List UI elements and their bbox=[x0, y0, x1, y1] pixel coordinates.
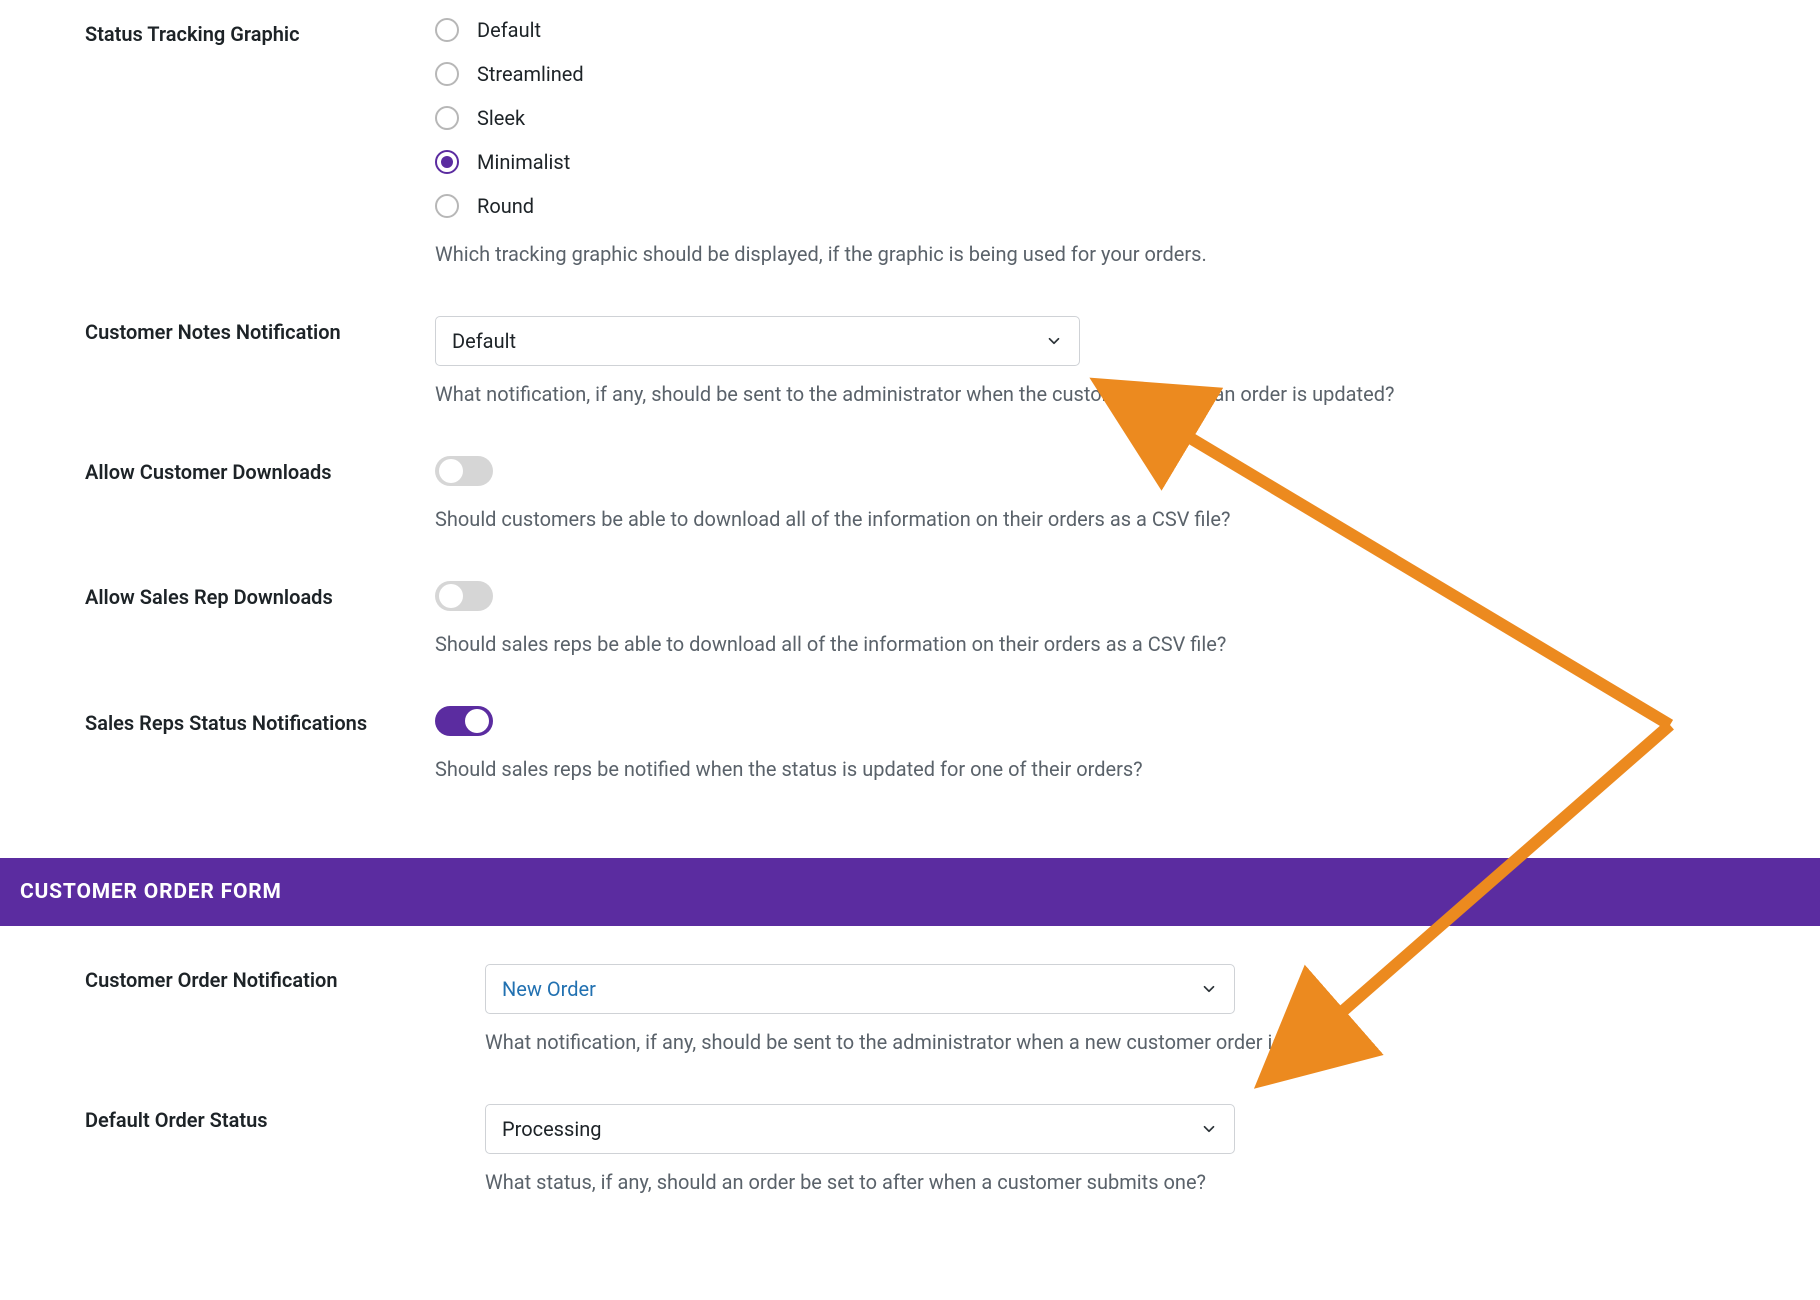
setting-customer-notes: Customer Notes Notification Default What… bbox=[0, 286, 1820, 426]
radio-option-minimalist[interactable]: Minimalist bbox=[435, 150, 1760, 174]
radio-group-tracking-graphic: Default Streamlined Sleek Minimalist Rou… bbox=[435, 18, 1760, 218]
radio-circle-icon bbox=[435, 106, 459, 130]
setting-rep-downloads: Allow Sales Rep Downloads Should sales r… bbox=[0, 551, 1820, 676]
description-tracking-graphic: Which tracking graphic should be display… bbox=[435, 240, 1760, 268]
chevron-down-icon bbox=[1200, 980, 1218, 998]
select-customer-notes[interactable]: Default bbox=[435, 316, 1080, 366]
toggle-knob-icon bbox=[465, 709, 489, 733]
label-rep-downloads: Allow Sales Rep Downloads bbox=[85, 581, 435, 609]
setting-default-order-status: Default Order Status Processing What sta… bbox=[0, 1074, 1820, 1214]
select-default-order-status[interactable]: Processing bbox=[485, 1104, 1235, 1154]
label-customer-downloads: Allow Customer Downloads bbox=[85, 456, 435, 484]
radio-option-default[interactable]: Default bbox=[435, 18, 1760, 42]
setting-tracking-graphic: Status Tracking Graphic Default Streamli… bbox=[0, 0, 1820, 286]
radio-label: Sleek bbox=[477, 106, 525, 130]
radio-circle-icon bbox=[435, 62, 459, 86]
label-customer-order-notification: Customer Order Notification bbox=[85, 964, 485, 992]
radio-option-round[interactable]: Round bbox=[435, 194, 1760, 218]
description-customer-downloads: Should customers be able to download all… bbox=[435, 505, 1760, 533]
toggle-rep-notifications[interactable] bbox=[435, 706, 493, 736]
radio-option-streamlined[interactable]: Streamlined bbox=[435, 62, 1760, 86]
toggle-knob-icon bbox=[439, 459, 463, 483]
radio-label: Round bbox=[477, 194, 534, 218]
setting-customer-order-notification: Customer Order Notification New Order Wh… bbox=[0, 926, 1820, 1074]
toggle-knob-icon bbox=[439, 584, 463, 608]
radio-label: Default bbox=[477, 18, 541, 42]
label-customer-notes: Customer Notes Notification bbox=[85, 316, 435, 344]
select-value: Default bbox=[452, 329, 516, 353]
label-rep-notifications: Sales Reps Status Notifications bbox=[85, 706, 435, 736]
setting-customer-downloads: Allow Customer Downloads Should customer… bbox=[0, 426, 1820, 551]
chevron-down-icon bbox=[1045, 332, 1063, 350]
select-customer-order-notification[interactable]: New Order bbox=[485, 964, 1235, 1014]
select-value: New Order bbox=[502, 977, 596, 1001]
label-tracking-graphic: Status Tracking Graphic bbox=[85, 18, 435, 46]
radio-circle-icon bbox=[435, 194, 459, 218]
setting-rep-notifications: Sales Reps Status Notifications Should s… bbox=[0, 676, 1820, 823]
radio-circle-icon bbox=[435, 18, 459, 42]
select-value: Processing bbox=[502, 1117, 601, 1141]
description-customer-order-notification: What notification, if any, should be sen… bbox=[485, 1028, 1760, 1056]
description-customer-notes: What notification, if any, should be sen… bbox=[435, 380, 1760, 408]
radio-circle-icon bbox=[435, 150, 459, 174]
radio-option-sleek[interactable]: Sleek bbox=[435, 106, 1760, 130]
description-default-order-status: What status, if any, should an order be … bbox=[485, 1168, 1760, 1196]
chevron-down-icon bbox=[1200, 1120, 1218, 1138]
radio-label: Minimalist bbox=[477, 150, 570, 174]
label-default-order-status: Default Order Status bbox=[85, 1104, 485, 1132]
toggle-customer-downloads[interactable] bbox=[435, 456, 493, 486]
toggle-rep-downloads[interactable] bbox=[435, 581, 493, 611]
radio-label: Streamlined bbox=[477, 62, 584, 86]
description-rep-notifications: Should sales reps be notified when the s… bbox=[435, 755, 1760, 783]
description-rep-downloads: Should sales reps be able to download al… bbox=[435, 630, 1760, 658]
section-header-customer-order-form: CUSTOMER ORDER FORM bbox=[0, 858, 1820, 926]
